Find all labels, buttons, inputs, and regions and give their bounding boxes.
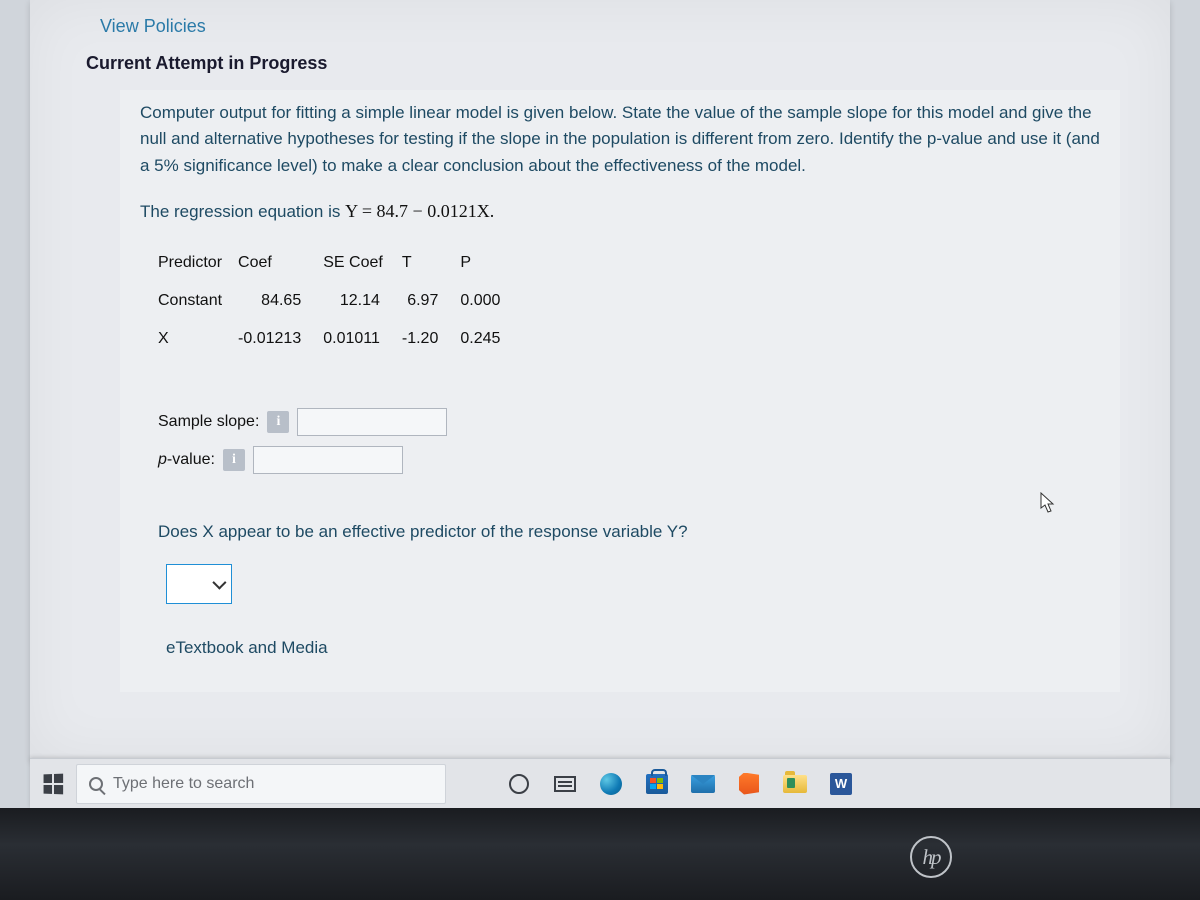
table-row: X -0.01213 0.01011 -1.20 0.245 [158,320,522,358]
start-button[interactable] [30,759,76,809]
store-button[interactable] [644,771,670,797]
cell-se: 12.14 [323,282,402,320]
pvalue-label: p-value: [158,451,215,469]
view-policies-link[interactable]: View Policies [30,10,1170,47]
sample-slope-row: Sample slope: i [158,408,1100,436]
cell-coef: -0.01213 [238,320,323,358]
col-coef: Coef [238,244,323,282]
cell-p: 0.000 [460,282,522,320]
table-row: Constant 84.65 12.14 6.97 0.000 [158,282,522,320]
table-header-row: Predictor Coef SE Coef T P [158,244,522,282]
search-icon [89,777,103,791]
regression-equation: The regression equation is Y = 84.7 − 0.… [140,201,1100,222]
cell-predictor: Constant [158,282,238,320]
pvalue-input[interactable] [253,446,403,474]
task-view-icon [554,776,576,792]
equation-math: Y = 84.7 − 0.0121X. [345,201,494,221]
col-predictor: Predictor [158,244,238,282]
windows-taskbar: Type here to search W [30,758,1170,808]
col-secoef: SE Coef [323,244,402,282]
search-placeholder: Type here to search [113,775,254,793]
windows-icon [44,773,64,794]
folder-icon [783,775,807,793]
answer-inputs: Sample slope: i p-value: i [158,408,1100,474]
question-prompt: Computer output for fitting a simple lin… [140,100,1100,179]
store-icon [646,774,668,794]
sample-slope-input[interactable] [297,408,447,436]
taskbar-icons: W [506,771,854,797]
mail-button[interactable] [690,771,716,797]
attempt-heading: Current Attempt in Progress [30,47,1170,90]
info-icon[interactable]: i [267,411,289,433]
info-icon[interactable]: i [223,449,245,471]
pvalue-row: p-value: i [158,446,1100,474]
cell-predictor: X [158,320,238,358]
cell-p: 0.245 [460,320,522,358]
pvalue-label-suffix: -value: [167,451,215,468]
cell-t: 6.97 [402,282,460,320]
circle-icon [509,774,529,794]
sample-slope-label: Sample slope: [158,413,259,431]
taskbar-search[interactable]: Type here to search [76,764,446,804]
office-button[interactable] [736,771,762,797]
explorer-button[interactable] [782,771,808,797]
pvalue-label-p: p [158,451,167,468]
col-p: P [460,244,522,282]
question-page: View Policies Current Attempt in Progres… [30,0,1170,760]
cell-t: -1.20 [402,320,460,358]
col-t: T [402,244,460,282]
edge-icon [600,773,622,795]
laptop-bezel [0,808,1200,900]
office-icon [739,773,759,795]
edge-button[interactable] [598,771,624,797]
chevron-down-icon [212,576,226,590]
mail-icon [691,775,715,793]
regression-table: Predictor Coef SE Coef T P Constant 84.6… [158,244,522,358]
etextbook-link[interactable]: eTextbook and Media [166,638,1100,668]
cell-coef: 84.65 [238,282,323,320]
task-view-button[interactable] [552,771,578,797]
word-button[interactable]: W [828,771,854,797]
effectiveness-question: Does X appear to be an effective predict… [158,522,1100,542]
hp-logo: hp [910,836,952,878]
cortana-button[interactable] [506,771,532,797]
question-body: Computer output for fitting a simple lin… [120,90,1120,692]
cell-se: 0.01011 [323,320,402,358]
equation-label: The regression equation is [140,202,345,221]
effectiveness-dropdown[interactable] [166,564,232,604]
word-icon: W [830,773,852,795]
